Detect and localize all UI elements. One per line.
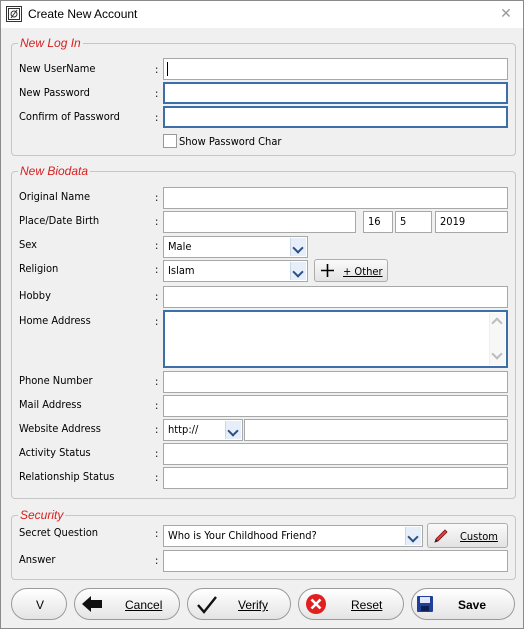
add-other-label: + Other	[343, 265, 383, 278]
colon: :	[155, 554, 159, 567]
birth-year-input[interactable]: 2019	[435, 211, 508, 233]
birth-month-input[interactable]: 5	[395, 211, 432, 233]
chevron-down-icon[interactable]	[225, 421, 241, 439]
website-label: Website Address	[19, 422, 101, 435]
chevron-down-icon[interactable]	[290, 238, 306, 256]
website-protocol-select[interactable]: http://	[163, 419, 243, 441]
birth-label: Place/Date Birth	[19, 214, 100, 227]
colon: :	[155, 315, 159, 328]
phone-input[interactable]	[163, 371, 508, 393]
title-bar: Create New Account ✕	[1, 1, 523, 28]
phone-label: Phone Number	[19, 374, 93, 387]
scroll-up-icon[interactable]	[491, 317, 503, 329]
save-label: Save	[458, 598, 487, 612]
secret-question-label: Secret Question	[19, 526, 99, 539]
answer-input[interactable]	[163, 550, 508, 572]
create-account-window: Create New Account ✕ New Log In New User…	[0, 0, 524, 629]
confirm-password-input[interactable]	[163, 106, 508, 128]
original-name-input[interactable]	[163, 187, 508, 209]
secret-question-select[interactable]: Who is Your Childhood Friend?	[163, 525, 423, 547]
username-label: New UserName	[19, 62, 96, 75]
sex-select[interactable]: Male	[163, 236, 308, 258]
login-legend: New Log In	[20, 36, 81, 50]
plus-icon	[321, 264, 334, 277]
colon: :	[155, 290, 159, 303]
colon: :	[155, 87, 159, 100]
activity-status-input[interactable]	[163, 443, 508, 465]
secret-question-value: Who is Your Childhood Friend?	[168, 529, 317, 542]
cancel-label: Cancel	[125, 598, 163, 612]
chevron-down-icon[interactable]	[405, 527, 421, 545]
hobby-label: Hobby	[19, 289, 51, 302]
chevron-down-icon[interactable]	[290, 262, 306, 280]
hobby-input[interactable]	[163, 286, 508, 308]
colon: :	[155, 375, 159, 388]
website-input[interactable]	[244, 419, 508, 441]
username-input[interactable]	[163, 58, 508, 80]
colon: :	[155, 471, 159, 484]
password-input[interactable]	[163, 82, 508, 104]
floppy-disk-icon	[417, 596, 433, 612]
show-password-label[interactable]: Show Password Char	[179, 135, 281, 148]
colon: :	[155, 239, 159, 252]
reset-button[interactable]: Reset	[298, 588, 404, 620]
pencil-icon	[434, 529, 448, 543]
security-legend: Security	[20, 508, 64, 522]
answer-label: Answer	[19, 553, 56, 566]
original-name-label: Original Name	[19, 190, 91, 203]
add-other-religion-button[interactable]: + Other	[314, 259, 388, 282]
colon: :	[155, 263, 159, 276]
website-protocol-value: http://	[168, 423, 199, 436]
reset-label: Reset	[351, 598, 383, 612]
v-label: V	[36, 598, 45, 612]
save-button[interactable]: Save	[411, 588, 515, 620]
colon: :	[155, 111, 159, 124]
colon: :	[155, 215, 159, 228]
cancel-button[interactable]: Cancel	[74, 588, 180, 620]
religion-value: Islam	[168, 264, 195, 277]
mail-label: Mail Address	[19, 398, 82, 411]
mail-input[interactable]	[163, 395, 508, 417]
colon: :	[155, 63, 159, 76]
custom-question-button[interactable]: Custom	[427, 523, 508, 548]
verify-button[interactable]: Verify	[187, 588, 291, 620]
colon: :	[155, 447, 159, 460]
birth-place-input[interactable]	[163, 211, 356, 233]
sex-label: Sex	[19, 238, 38, 251]
show-password-checkbox[interactable]	[163, 134, 177, 148]
sex-value: Male	[168, 240, 192, 253]
activity-status-label: Activity Status	[19, 446, 91, 459]
colon: :	[155, 191, 159, 204]
biodata-legend: New Biodata	[20, 164, 89, 178]
religion-label: Religion	[19, 262, 59, 275]
colon: :	[155, 399, 159, 412]
back-arrow-icon	[82, 596, 102, 612]
scrollbar[interactable]	[489, 313, 505, 365]
confirm-password-label: Confirm of Password	[19, 110, 120, 123]
v-button[interactable]: V	[11, 588, 67, 620]
password-label: New Password	[19, 86, 90, 99]
religion-select[interactable]: Islam	[163, 260, 308, 282]
colon: :	[155, 423, 159, 436]
home-address-label: Home Address	[19, 314, 91, 327]
relationship-status-label: Relationship Status	[19, 470, 115, 483]
custom-label: Custom	[460, 530, 498, 543]
birth-day-input[interactable]: 16	[363, 211, 393, 233]
verify-label: Verify	[238, 598, 269, 612]
reset-x-icon	[306, 594, 326, 614]
window-title: Create New Account	[28, 7, 138, 21]
checkmark-icon	[197, 596, 217, 614]
text-caret	[167, 62, 168, 76]
relationship-status-input[interactable]	[163, 467, 508, 489]
scroll-down-icon[interactable]	[491, 348, 503, 360]
close-icon[interactable]: ✕	[497, 5, 515, 23]
colon: :	[155, 527, 159, 540]
app-icon	[6, 6, 22, 22]
home-address-textarea[interactable]	[163, 310, 508, 368]
